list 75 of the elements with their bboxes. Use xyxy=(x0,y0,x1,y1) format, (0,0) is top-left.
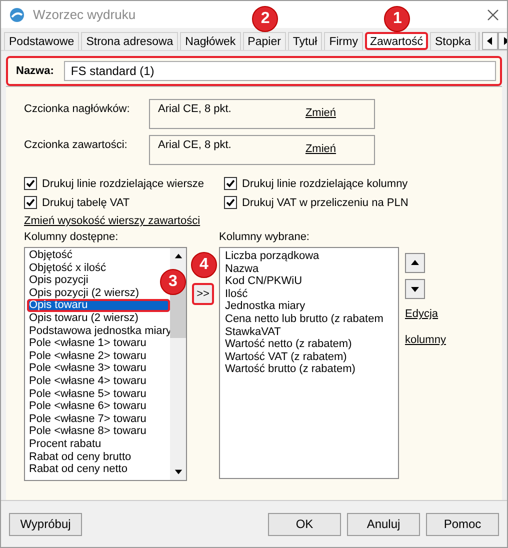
checkbox-label: Drukuj tabelę VAT xyxy=(42,196,130,208)
close-icon[interactable] xyxy=(487,8,499,20)
field-label: Czcionka zawartości: xyxy=(24,138,128,153)
list-item[interactable]: Pole <własne 4> towaru xyxy=(27,374,146,388)
up-arrow-icon xyxy=(174,252,182,261)
dialog-button[interactable]: Wypróbuj xyxy=(9,512,82,536)
list-item[interactable]: Liczba porządkowa xyxy=(223,250,320,263)
checkbox[interactable] xyxy=(224,177,237,190)
list-item[interactable]: Kod CN/PKWiU xyxy=(223,275,302,288)
list-item[interactable]: Opis towaru xyxy=(27,299,170,312)
checkbox-label: Drukuj linie rozdzielające wiersze xyxy=(42,178,204,190)
row-height-link[interactable]: Zmień wysokość wierszy zawartości xyxy=(24,215,200,227)
list-item[interactable]: Wartość netto (z rabatem) xyxy=(223,338,352,351)
tab[interactable]: Firmy xyxy=(324,32,363,50)
list-item[interactable]: Rabat od ceny netto xyxy=(27,463,128,476)
move-up-button[interactable] xyxy=(405,253,425,273)
scrollbar[interactable] xyxy=(170,248,186,480)
down-arrow-icon xyxy=(174,467,182,476)
list-item[interactable]: Pole <własne 5> towaru xyxy=(27,388,146,400)
tab[interactable]: Zawartość xyxy=(364,32,428,50)
tab[interactable]: Strona adresowa xyxy=(81,32,178,50)
list-item[interactable]: Wartość brutto (z rabatem) xyxy=(223,363,356,376)
field-label: Czcionka nagłówków: xyxy=(24,102,131,117)
scroll-left-button[interactable] xyxy=(482,32,498,50)
list-item[interactable]: StawkaVAT xyxy=(223,326,281,338)
tab[interactable]: Tytuł xyxy=(288,32,322,50)
tab[interactable]: Papier xyxy=(242,32,286,50)
list-item[interactable]: Pole <własne 8> towaru xyxy=(27,425,146,438)
checkbox[interactable] xyxy=(24,196,37,209)
checkbox-label: Drukuj linie rozdzielające kolumny xyxy=(242,178,408,190)
tab[interactable]: Nagłówek xyxy=(180,32,241,50)
list-item[interactable]: Podstawowa jednostka miary xyxy=(27,324,172,338)
list-label: Kolumny dostępne: xyxy=(24,231,120,243)
left-arrow-icon xyxy=(484,36,495,46)
window-title: Wzorzec wydruku xyxy=(33,7,136,22)
list-item[interactable]: Opis pozycji xyxy=(27,274,88,287)
list-item[interactable]: Pole <własne 3> towaru xyxy=(27,362,146,375)
list-item[interactable]: Wartość VAT (z rabatem) xyxy=(223,350,347,364)
tab[interactable]: Podstawowe xyxy=(4,32,80,50)
checkbox[interactable] xyxy=(24,177,37,190)
down-arrow-icon xyxy=(410,284,420,294)
move-down-button[interactable] xyxy=(405,279,425,299)
change-link[interactable]: Zmień xyxy=(305,107,336,119)
available-columns-list[interactable] xyxy=(24,247,187,481)
app-logo-icon xyxy=(9,6,25,22)
chosen-columns-list[interactable]: Liczba porządkowa Nazwa Kod CN/PKWiU Ilość Jednostka miary Cena netto lub brutto (z rabatem StawkaVAT Wartość netto (z rabatem) Wartość VAT (z rabatem) Wartość brutto (z rabatem) xyxy=(219,247,399,479)
list-label: Kolumny wybrane: xyxy=(219,231,310,243)
dialog-button[interactable]: Anuluj xyxy=(347,512,420,536)
list-item[interactable]: Opis towaru (2 wiersz) xyxy=(27,312,138,325)
tab[interactable]: Stopka xyxy=(430,32,476,50)
list-item[interactable]: Pole <własne 6> towaru xyxy=(27,400,146,413)
dialog-button[interactable]: OK xyxy=(268,512,341,536)
edit-column-link[interactable]: Edycja kolumny xyxy=(405,301,455,353)
list-item[interactable]: Pole <własne 2> towaru xyxy=(27,350,146,362)
list-item[interactable]: Ilość xyxy=(223,288,248,300)
dialog-button[interactable]: Pomoc xyxy=(426,512,499,536)
change-link[interactable]: Zmień xyxy=(305,143,336,155)
list-item[interactable]: Objętość x ilość xyxy=(27,262,106,274)
list-item[interactable]: Objętość xyxy=(27,249,72,262)
list-item[interactable]: Nazwa xyxy=(223,262,259,276)
font-value: Arial CE, 8 pkt. xyxy=(158,139,232,151)
list-item[interactable]: Pole <własne 1> towaru xyxy=(27,337,146,350)
list-item[interactable]: Pole <własne 7> towaru xyxy=(27,412,146,426)
checkbox[interactable] xyxy=(224,196,237,209)
checkbox-label: Drukuj VAT w przeliczeniu na PLN xyxy=(242,196,408,208)
up-arrow-icon xyxy=(410,258,420,268)
list-item[interactable]: Cena netto lub brutto (z rabatem xyxy=(223,312,384,326)
list-item[interactable]: Procent rabatu xyxy=(27,438,102,450)
list-item[interactable]: Jednostka miary xyxy=(223,300,306,313)
name-field[interactable]: FS standard (1) xyxy=(64,61,496,81)
list-item[interactable]: Opis pozycji (2 wiersz) xyxy=(27,286,140,300)
list-item[interactable]: Rabat od ceny brutto xyxy=(27,450,132,464)
field-label: Nazwa: xyxy=(15,65,54,77)
font-value: Arial CE, 8 pkt. xyxy=(158,103,232,115)
add-column-button[interactable]: >> xyxy=(192,283,214,305)
